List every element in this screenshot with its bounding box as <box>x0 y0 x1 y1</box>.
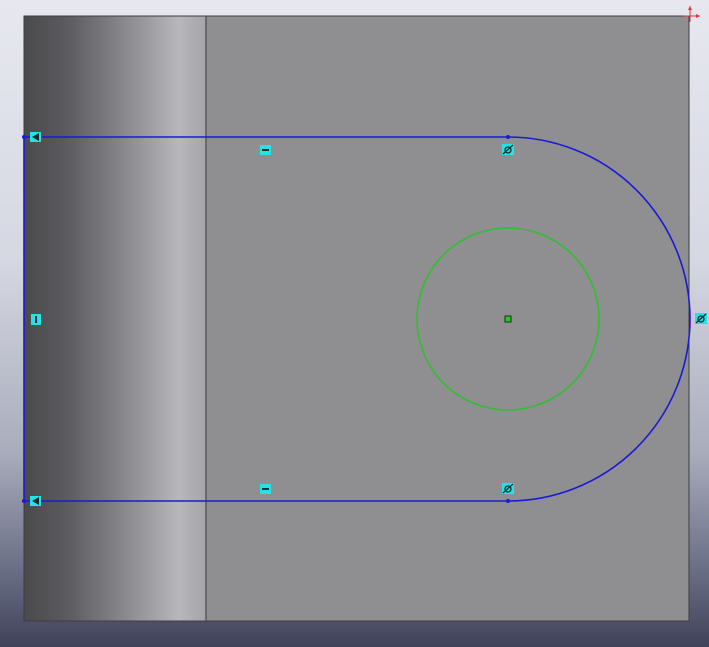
endpoint-bottom-right[interactable] <box>506 499 510 503</box>
cylindrical-face[interactable] <box>24 16 206 621</box>
endpoint-bottom-left[interactable] <box>22 499 26 503</box>
horizontal-icon[interactable] <box>260 484 271 494</box>
tangent-icon[interactable] <box>502 144 514 155</box>
horizontal-icon[interactable] <box>260 145 271 155</box>
coincident-icon[interactable] <box>30 496 41 506</box>
circle-center-point[interactable] <box>504 315 512 323</box>
coincident-icon[interactable] <box>30 132 41 142</box>
vertical-icon[interactable] <box>31 314 41 325</box>
endpoint-top-left[interactable] <box>22 135 26 139</box>
tangent-icon[interactable] <box>502 483 514 494</box>
tangent-icon[interactable] <box>695 313 707 324</box>
endpoint-top-right[interactable] <box>506 135 510 139</box>
graphics-viewport[interactable] <box>0 0 709 647</box>
planar-face[interactable] <box>206 16 689 621</box>
